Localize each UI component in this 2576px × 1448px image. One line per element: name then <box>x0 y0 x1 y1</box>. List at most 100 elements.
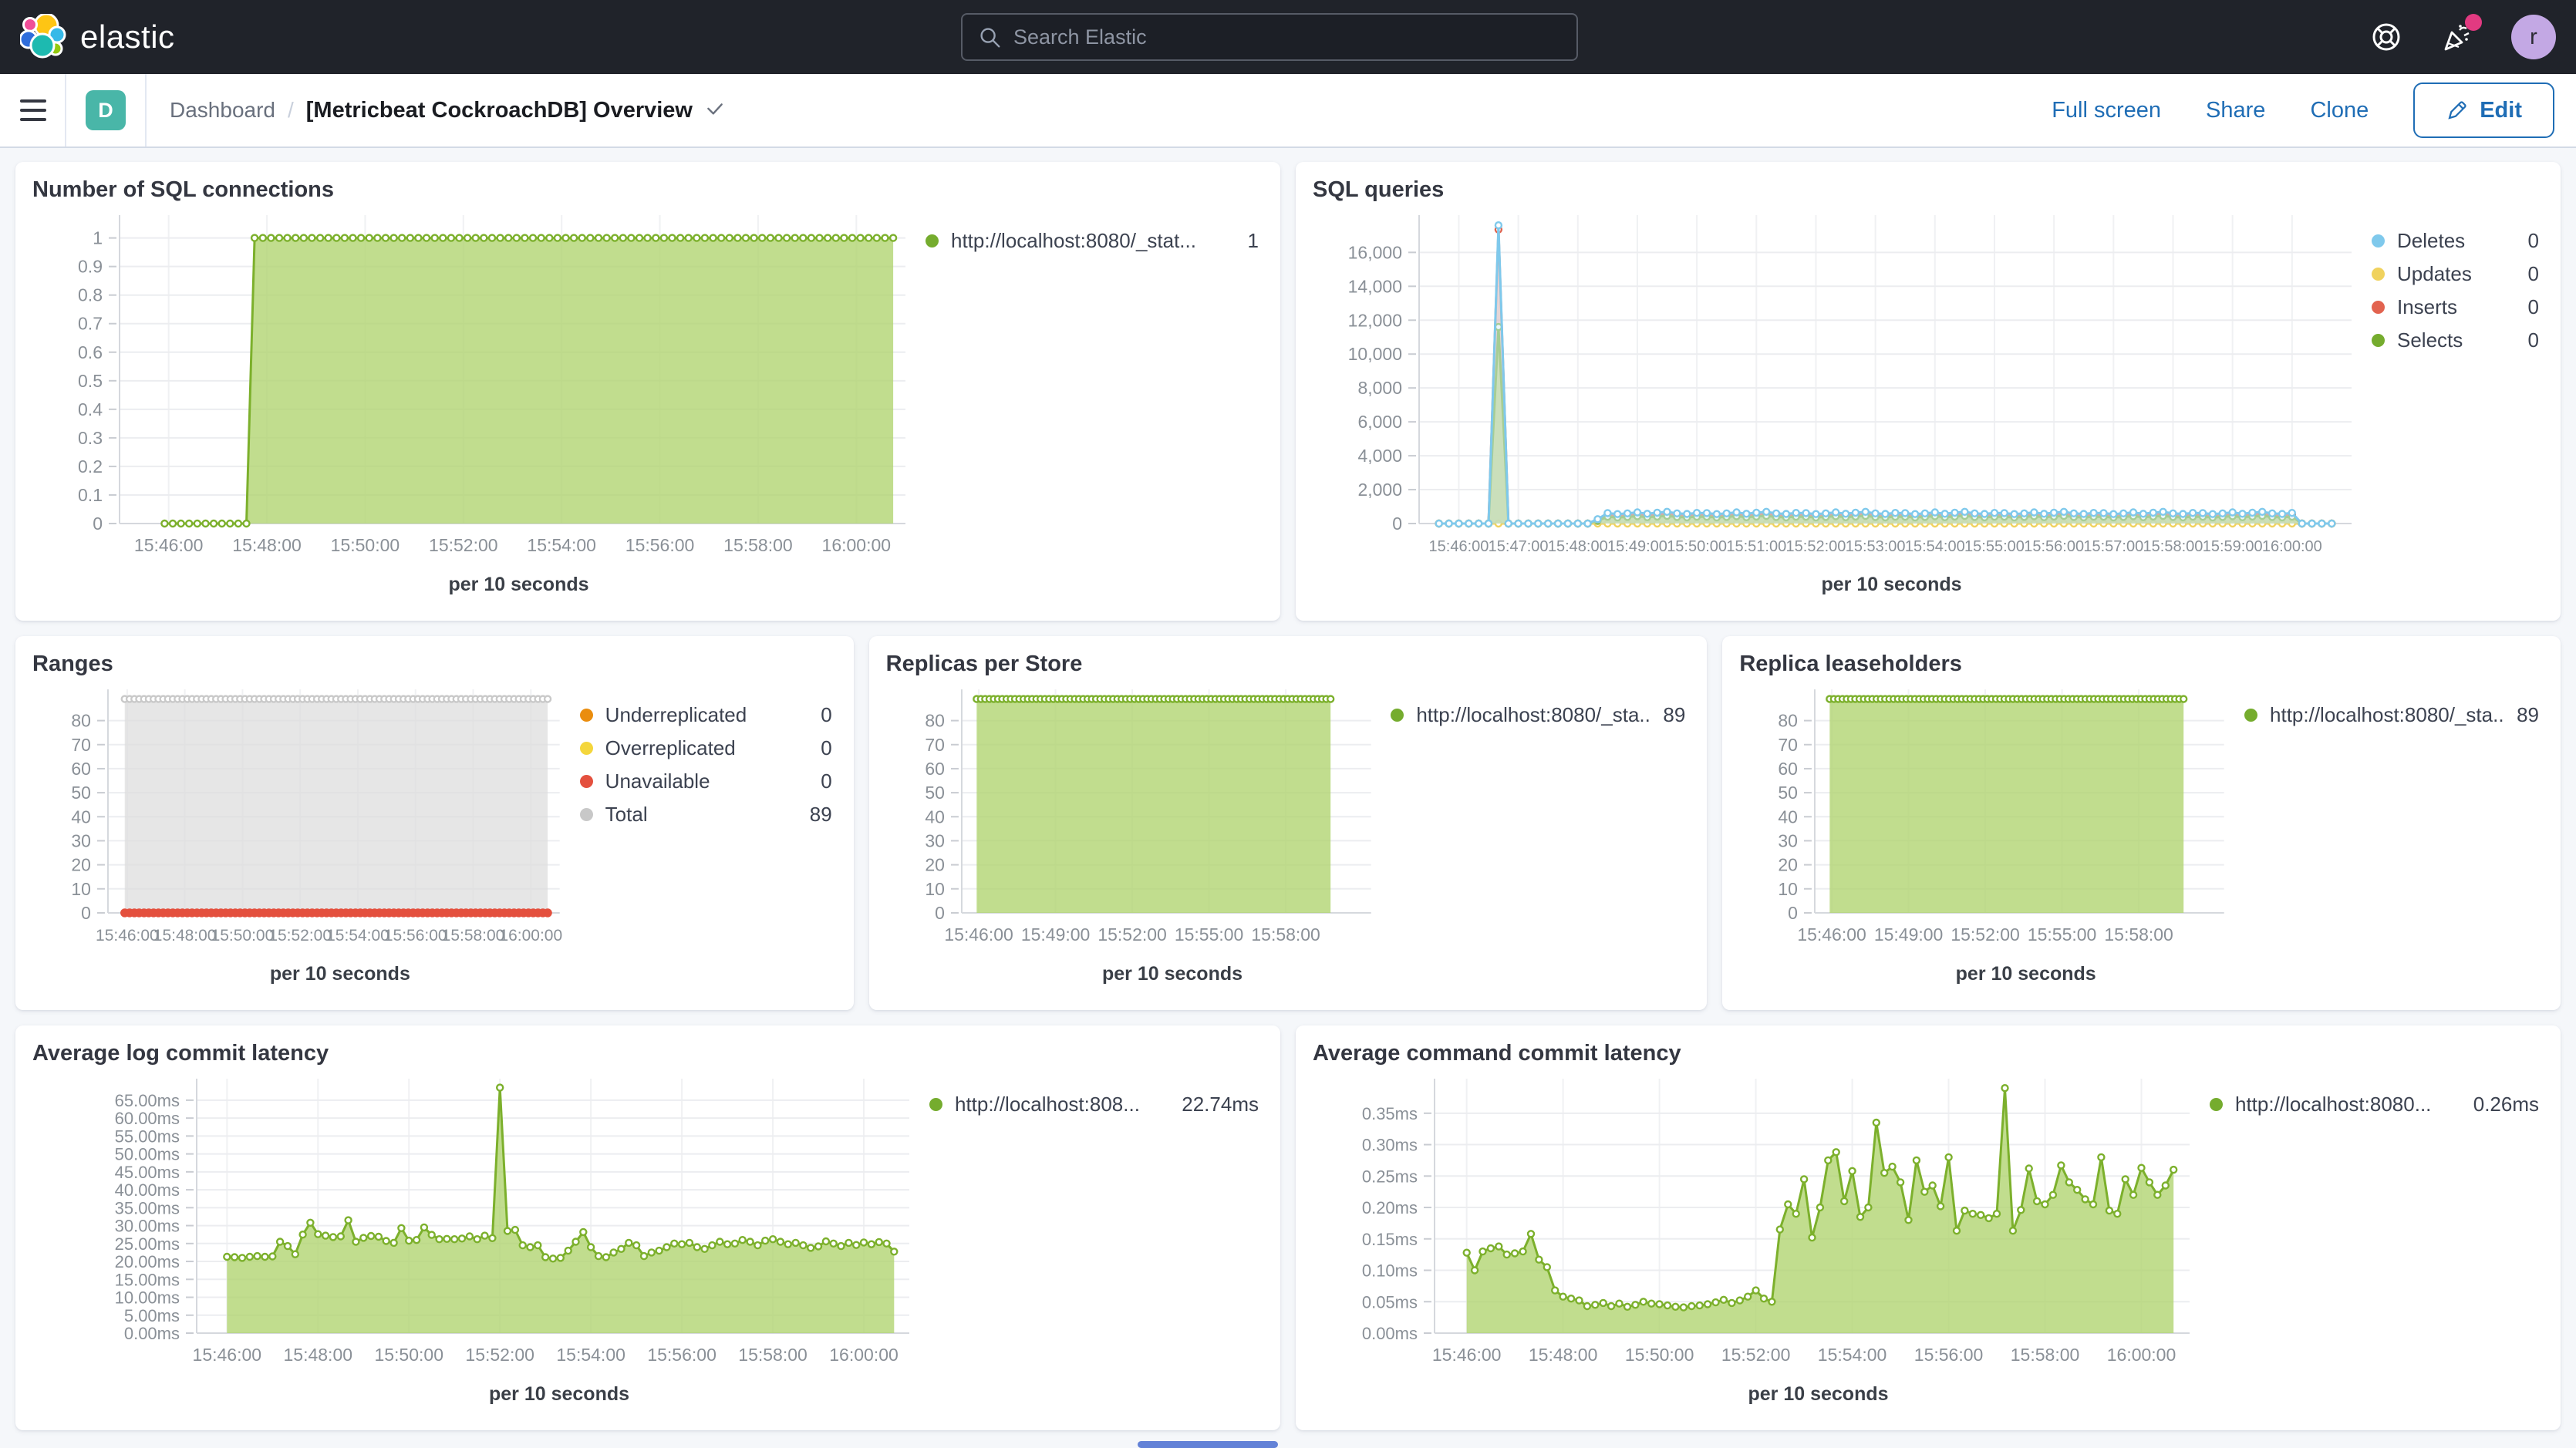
title-check-icon <box>705 100 725 120</box>
legend-color-dot <box>929 1098 942 1111</box>
svg-text:80: 80 <box>925 711 945 731</box>
svg-text:0.25ms: 0.25ms <box>1362 1167 1418 1186</box>
svg-text:40: 40 <box>71 807 91 827</box>
svg-text:50.00ms: 50.00ms <box>115 1145 180 1164</box>
legend-value: 22.74ms <box>1182 1093 1259 1116</box>
legend-label: http://localhost:8080/_sta... <box>1416 703 1649 727</box>
x-axis-title: per 10 seconds <box>1311 568 2364 608</box>
svg-text:20: 20 <box>71 855 91 875</box>
svg-text:15:52:00: 15:52:00 <box>1786 538 1846 555</box>
svg-text:60: 60 <box>1779 759 1799 779</box>
legend-item[interactable]: http://localhost:808...22.74ms <box>929 1088 1259 1121</box>
legend-item[interactable]: Overreplicated0 <box>580 732 832 765</box>
user-avatar[interactable]: r <box>2511 15 2556 59</box>
elastic-logo[interactable]: elastic <box>20 14 175 60</box>
svg-text:16:00:00: 16:00:00 <box>822 535 892 555</box>
svg-text:15:55:00: 15:55:00 <box>1964 538 2025 555</box>
legend-item[interactable]: http://localhost:8080/_sta...89 <box>2244 699 2539 732</box>
legend-color-dot <box>2372 268 2385 281</box>
svg-text:0.05ms: 0.05ms <box>1362 1292 1418 1312</box>
legend-label: Overreplicated <box>605 736 808 760</box>
svg-text:0: 0 <box>935 903 945 923</box>
ranges-chart[interactable]: 15:46:0015:48:0015:50:0015:52:0015:54:00… <box>31 679 572 958</box>
sql-connections-chart[interactable]: 15:46:0015:48:0015:50:0015:52:0015:54:00… <box>31 204 918 568</box>
svg-text:20: 20 <box>1779 855 1799 875</box>
clone-button[interactable]: Clone <box>2310 98 2369 123</box>
svg-text:2,000: 2,000 <box>1357 480 1402 500</box>
svg-text:16:00:00: 16:00:00 <box>499 927 562 945</box>
horizontal-scrollbar-thumb[interactable] <box>1138 1441 1278 1448</box>
legend-item[interactable]: http://localhost:8080/_sta...89 <box>1391 699 1685 732</box>
x-axis-title: per 10 seconds <box>885 958 1384 998</box>
svg-text:15:46:00: 15:46:00 <box>96 927 159 945</box>
legend-value: 0 <box>2528 229 2539 253</box>
panel-title: Average log commit latency <box>32 1041 1265 1066</box>
space-selector[interactable]: D <box>66 74 147 146</box>
legend-item[interactable]: http://localhost:8080...0.26ms <box>2210 1088 2539 1121</box>
breadcrumb-dashboard[interactable]: Dashboard <box>170 98 275 123</box>
sql-queries-chart[interactable]: 15:46:0015:47:0015:48:0015:49:0015:50:00… <box>1311 204 2364 568</box>
breadcrumb: Dashboard / [Metricbeat CockroachDB] Ove… <box>170 98 725 123</box>
legend-label: http://localhost:8080... <box>2235 1093 2460 1116</box>
svg-text:15:52:00: 15:52:00 <box>465 1345 534 1365</box>
menu-button[interactable] <box>0 74 66 146</box>
replicas-per-store-chart[interactable]: 15:46:0015:49:0015:52:0015:55:0015:58:00… <box>885 679 1384 958</box>
newsfeed-button[interactable] <box>2440 20 2474 54</box>
svg-text:15:48:00: 15:48:00 <box>1529 1345 1598 1365</box>
legend-item[interactable]: Inserts0 <box>2372 291 2539 324</box>
svg-text:15:56:00: 15:56:00 <box>2024 538 2084 555</box>
chart-legend: http://localhost:8080/_sta...89 <box>2237 679 2545 998</box>
svg-text:14,000: 14,000 <box>1348 276 1402 296</box>
legend-item[interactable]: Total89 <box>580 798 832 831</box>
svg-text:15:50:00: 15:50:00 <box>211 927 275 945</box>
edit-button[interactable]: Edit <box>2413 83 2554 138</box>
svg-text:0: 0 <box>81 903 91 923</box>
chart-legend: http://localhost:8080/_stat...1 <box>918 204 1265 608</box>
svg-text:15:58:00: 15:58:00 <box>442 927 505 945</box>
breadcrumb-separator: / <box>288 98 294 123</box>
legend-item[interactable]: http://localhost:8080/_stat...1 <box>926 224 1259 258</box>
search-input[interactable] <box>1013 25 1563 49</box>
legend-item[interactable]: Deletes0 <box>2372 224 2539 258</box>
svg-text:0.3: 0.3 <box>78 428 103 448</box>
svg-text:70: 70 <box>1779 735 1799 755</box>
global-search[interactable] <box>961 13 1578 61</box>
help-button[interactable] <box>2369 20 2403 54</box>
legend-item[interactable]: Unavailable0 <box>580 765 832 798</box>
x-axis-title: per 10 seconds <box>31 958 572 998</box>
notification-badge <box>2465 14 2482 31</box>
svg-text:16:00:00: 16:00:00 <box>2107 1345 2176 1365</box>
avg-log-commit-latency-chart[interactable]: 15:46:0015:48:0015:50:0015:52:0015:54:00… <box>31 1068 922 1378</box>
svg-text:10,000: 10,000 <box>1348 344 1402 364</box>
svg-text:50: 50 <box>1779 783 1799 803</box>
legend-color-dot <box>580 808 593 821</box>
legend-value: 1 <box>1248 229 1259 253</box>
legend-color-dot <box>580 775 593 788</box>
page-title: [Metricbeat CockroachDB] Overview <box>306 98 693 123</box>
legend-label: Updates <box>2397 262 2514 286</box>
share-button[interactable]: Share <box>2206 98 2265 123</box>
svg-text:0.15ms: 0.15ms <box>1362 1230 1418 1249</box>
svg-text:15:58:00: 15:58:00 <box>2143 538 2203 555</box>
svg-text:40.00ms: 40.00ms <box>115 1180 180 1200</box>
svg-text:12,000: 12,000 <box>1348 310 1402 330</box>
legend-item[interactable]: Selects0 <box>2372 324 2539 357</box>
svg-text:10: 10 <box>71 879 91 899</box>
panel-sql-queries: SQL queries 15:46:0015:47:0015:48:0015:4… <box>1296 162 2561 621</box>
chart-legend: http://localhost:808...22.74ms <box>922 1068 1265 1418</box>
legend-item[interactable]: Underreplicated0 <box>580 699 832 732</box>
full-screen-button[interactable]: Full screen <box>2052 98 2161 123</box>
replica-leaseholders-chart[interactable]: 15:46:0015:49:0015:52:0015:55:0015:58:00… <box>1738 679 2237 958</box>
legend-item[interactable]: Updates0 <box>2372 258 2539 291</box>
legend-label: Inserts <box>2397 295 2514 319</box>
svg-text:0.35ms: 0.35ms <box>1362 1104 1418 1123</box>
svg-text:15:50:00: 15:50:00 <box>1625 1345 1694 1365</box>
svg-text:16:00:00: 16:00:00 <box>829 1345 899 1365</box>
legend-label: Unavailable <box>605 769 808 793</box>
svg-text:15:54:00: 15:54:00 <box>326 927 389 945</box>
svg-text:15:52:00: 15:52:00 <box>1721 1345 1791 1365</box>
legend-color-dot <box>2210 1098 2223 1111</box>
avg-command-commit-latency-chart[interactable]: 15:46:0015:48:0015:50:0015:52:0015:54:00… <box>1311 1068 2202 1378</box>
svg-text:15:56:00: 15:56:00 <box>1914 1345 1984 1365</box>
x-axis-title: per 10 seconds <box>1738 958 2237 998</box>
